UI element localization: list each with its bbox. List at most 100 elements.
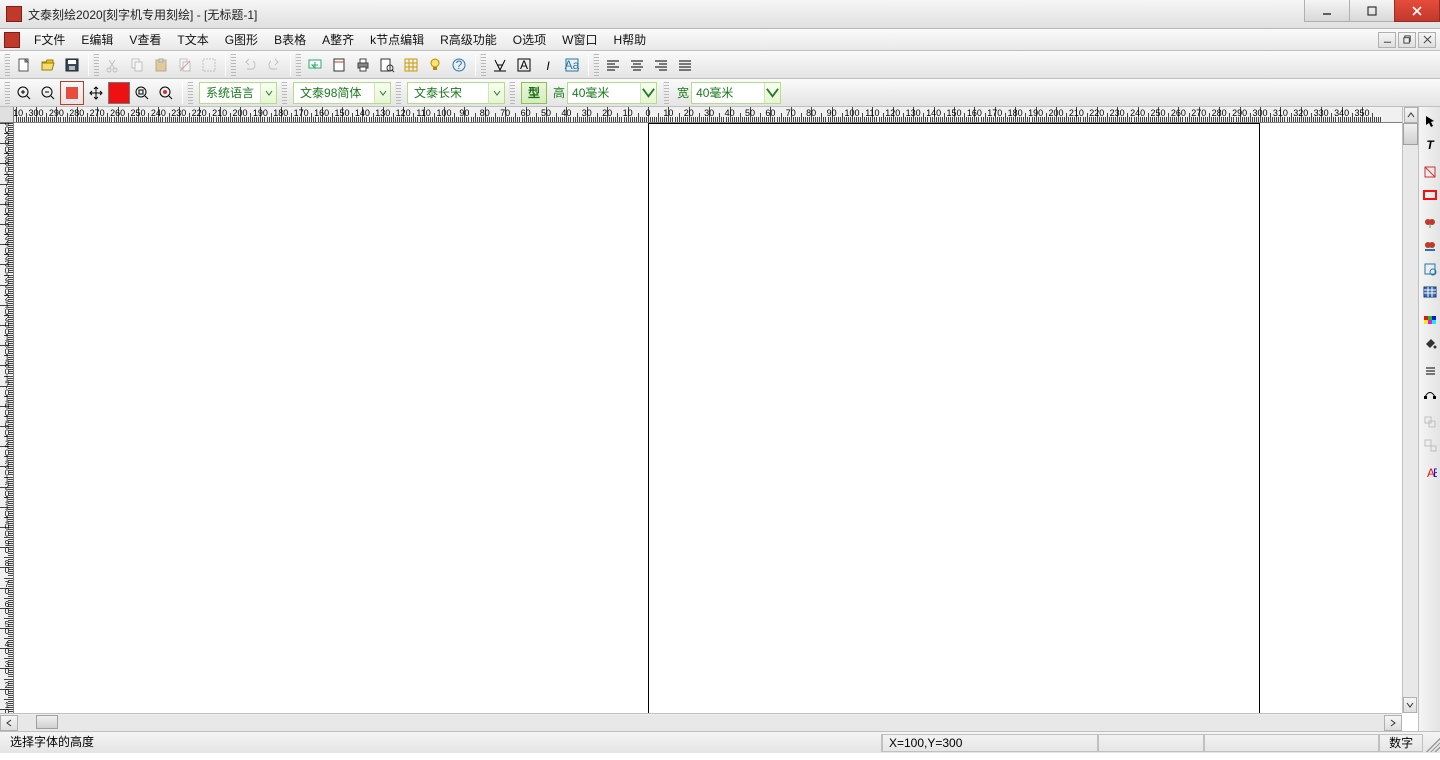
height-value[interactable]: 40毫米: [568, 83, 640, 103]
italic-button[interactable]: I: [536, 53, 560, 77]
clipart-tool-button[interactable]: [1420, 212, 1440, 234]
align-justify-button[interactable]: [673, 53, 697, 77]
toolbar-grip[interactable]: [230, 54, 236, 76]
preview-button[interactable]: [375, 53, 399, 77]
toolbar-grip[interactable]: [509, 82, 515, 104]
minimize-button[interactable]: [1304, 0, 1350, 22]
scroll-left-button[interactable]: [0, 715, 18, 731]
toolbar-grip[interactable]: [187, 82, 193, 104]
scroll-right-button[interactable]: [1384, 715, 1402, 731]
toolbar-grip[interactable]: [4, 82, 10, 104]
open-file-button[interactable]: [36, 53, 60, 77]
vertical-scrollbar[interactable]: [1402, 107, 1418, 713]
language-combo[interactable]: 系统语言: [199, 82, 277, 104]
group-button[interactable]: [1420, 411, 1440, 433]
chevron-down-icon[interactable]: [488, 83, 504, 103]
node-edit-button[interactable]: [1420, 383, 1440, 405]
symbol-tool-button[interactable]: [1420, 235, 1440, 257]
resize-grip[interactable]: [1423, 734, 1440, 752]
table-tool-button[interactable]: [1420, 281, 1440, 303]
chevron-down-icon[interactable]: [374, 83, 390, 103]
toolbar-grip[interactable]: [281, 82, 287, 104]
canvas[interactable]: [14, 123, 1402, 713]
toolbar-grip[interactable]: [4, 54, 10, 76]
zoom-actual-button[interactable]: [60, 81, 84, 105]
mdi-close-button[interactable]: [1418, 32, 1436, 48]
align-left-button[interactable]: [601, 53, 625, 77]
height-combo[interactable]: 40毫米: [567, 82, 657, 104]
chevron-down-icon[interactable]: [260, 83, 276, 103]
zoom-page-button[interactable]: [154, 81, 178, 105]
copy-button[interactable]: [125, 53, 149, 77]
select-all-button[interactable]: [197, 53, 221, 77]
horizontal-ruler[interactable]: 3103002902802702602502402302202102001901…: [14, 107, 1402, 123]
chevron-down-icon[interactable]: [640, 83, 656, 103]
zoom-fit-button[interactable]: [130, 81, 154, 105]
menu-W窗口[interactable]: W窗口: [554, 28, 605, 51]
vertical-ruler[interactable]: 3002902802702602502402302202102001901801…: [0, 123, 14, 713]
font-settings-button[interactable]: Aa: [560, 53, 584, 77]
menu-T文本[interactable]: T文本: [169, 28, 216, 51]
fill-color-button[interactable]: [108, 82, 130, 104]
trace-tool-button[interactable]: [1420, 258, 1440, 280]
tip-button[interactable]: [423, 53, 447, 77]
align-right-button[interactable]: [649, 53, 673, 77]
grid-toggle-button[interactable]: [399, 53, 423, 77]
color-palette-button[interactable]: [1420, 309, 1440, 331]
paste-button[interactable]: [149, 53, 173, 77]
ungroup-button[interactable]: [1420, 434, 1440, 456]
type-button[interactable]: 型: [521, 82, 547, 104]
menu-B表格[interactable]: B表格: [266, 28, 314, 51]
save-file-button[interactable]: [60, 53, 84, 77]
document-icon[interactable]: [4, 32, 20, 48]
help-button[interactable]: ?: [447, 53, 471, 77]
maximize-button[interactable]: [1349, 0, 1395, 22]
toolbar-grip[interactable]: [395, 82, 401, 104]
zoom-out-button[interactable]: [36, 81, 60, 105]
align-center-button[interactable]: [625, 53, 649, 77]
print-button[interactable]: [351, 53, 375, 77]
text-box-button[interactable]: A: [512, 53, 536, 77]
menu-E编辑[interactable]: E编辑: [73, 28, 121, 51]
menu-F文件[interactable]: F文件: [26, 28, 73, 51]
font-style-combo[interactable]: 文泰长宋: [407, 82, 505, 104]
menu-H帮助[interactable]: H帮助: [605, 28, 654, 51]
width-combo[interactable]: 40毫米: [691, 82, 781, 104]
font-family-combo[interactable]: 文泰98简体: [293, 82, 391, 104]
pointer-tool-button[interactable]: [1420, 110, 1440, 132]
page-setup-button[interactable]: [327, 53, 351, 77]
new-file-button[interactable]: [12, 53, 36, 77]
menu-A整齐[interactable]: A整齐: [314, 28, 362, 51]
shape-tool-button[interactable]: [1420, 161, 1440, 183]
scroll-thumb[interactable]: [36, 715, 58, 729]
toolbar-grip[interactable]: [93, 54, 99, 76]
chevron-down-icon[interactable]: [764, 83, 780, 103]
scroll-thumb[interactable]: [1403, 123, 1418, 145]
mdi-restore-button[interactable]: [1398, 32, 1416, 48]
fill-tool-button[interactable]: [1420, 332, 1440, 354]
mdi-minimize-button[interactable]: [1378, 32, 1396, 48]
close-button[interactable]: [1394, 0, 1440, 22]
pan-button[interactable]: [84, 81, 108, 105]
zoom-in-button[interactable]: [12, 81, 36, 105]
menu-O选项[interactable]: O选项: [505, 28, 554, 51]
text-orientation-button[interactable]: [488, 53, 512, 77]
toolbar-grip[interactable]: [480, 54, 486, 76]
menu-R高级功能[interactable]: R高级功能: [432, 28, 505, 51]
menu-k节点编辑[interactable]: k节点编辑: [362, 28, 432, 51]
cut-button[interactable]: [101, 53, 125, 77]
width-value[interactable]: 40毫米: [692, 83, 764, 103]
horizontal-scrollbar[interactable]: [0, 713, 1402, 731]
toolbar-grip[interactable]: [663, 82, 669, 104]
scroll-down-button[interactable]: [1403, 697, 1417, 713]
undo-button[interactable]: [238, 53, 262, 77]
menu-G图形[interactable]: G图形: [217, 28, 266, 51]
output-button[interactable]: [303, 53, 327, 77]
menu-V查看[interactable]: V查看: [121, 28, 169, 51]
redo-button[interactable]: [262, 53, 286, 77]
text-tool-button[interactable]: T: [1420, 133, 1440, 155]
frame-tool-button[interactable]: [1420, 184, 1440, 206]
text-format-button[interactable]: AB: [1420, 462, 1440, 484]
delete-button[interactable]: [173, 53, 197, 77]
scroll-up-button[interactable]: [1404, 107, 1418, 123]
